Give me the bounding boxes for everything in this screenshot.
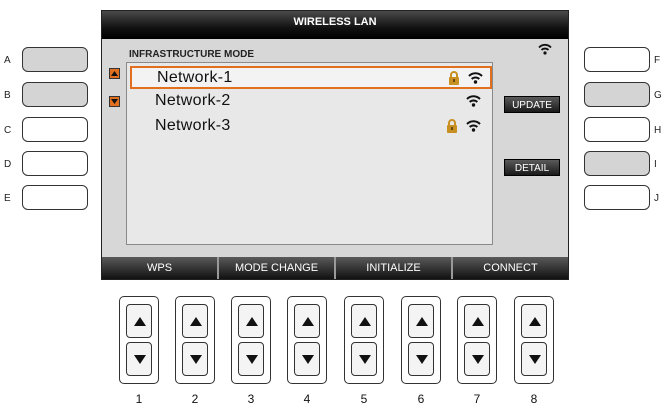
scroll-up-button[interactable] <box>109 68 120 79</box>
wifi-signal-icon <box>466 94 481 112</box>
network-row-3[interactable]: Network-3 <box>130 116 492 139</box>
network-name: Network-1 <box>157 69 233 86</box>
hardware-button-6 <box>401 296 441 384</box>
arrow-down-icon <box>134 355 146 364</box>
side-button-b[interactable] <box>22 82 88 107</box>
side-button-c[interactable] <box>22 117 88 142</box>
hardware-up-button[interactable] <box>521 304 547 338</box>
bottom-button-bar: WPS MODE CHANGE INITIALIZE CONNECT <box>102 257 568 279</box>
hardware-button-8 <box>514 296 554 384</box>
update-button[interactable]: UPDATE <box>504 96 560 113</box>
side-label-b: B <box>4 90 11 101</box>
side-button-g[interactable] <box>584 82 650 107</box>
lock-icon <box>448 71 460 90</box>
hardware-button-7 <box>457 296 497 384</box>
detail-button[interactable]: DETAIL <box>504 159 560 176</box>
arrow-up-icon <box>359 317 371 326</box>
lcd-screen: WIRELESS LAN INFRASTRUCTURE MODE Network… <box>101 10 569 280</box>
wifi-signal-icon <box>468 71 483 89</box>
network-list: Network-1 Network-2 Network-3 <box>126 62 493 245</box>
hardware-up-button[interactable] <box>126 304 152 338</box>
network-name: Network-3 <box>155 117 231 134</box>
hardware-up-button[interactable] <box>464 304 490 338</box>
side-label-i: I <box>654 159 657 170</box>
mode-label: INFRASTRUCTURE MODE <box>129 49 254 60</box>
initialize-button[interactable]: INITIALIZE <box>334 257 451 279</box>
arrow-up-icon <box>529 317 541 326</box>
hardware-number-2: 2 <box>191 392 199 406</box>
side-label-h: H <box>654 125 662 136</box>
arrow-up-icon <box>134 317 146 326</box>
hardware-number-3: 3 <box>247 392 255 406</box>
side-button-a[interactable] <box>22 47 88 72</box>
network-name: Network-2 <box>155 92 231 109</box>
side-label-c: C <box>4 125 12 136</box>
window-title: WIRELESS LAN <box>102 11 568 39</box>
hardware-number-6: 6 <box>417 392 425 406</box>
arrow-down-icon <box>302 355 314 364</box>
network-row-2[interactable]: Network-2 <box>130 91 492 114</box>
mode-change-button[interactable]: MODE CHANGE <box>217 257 334 279</box>
hardware-number-4: 4 <box>303 392 311 406</box>
hardware-down-button[interactable] <box>351 342 377 376</box>
hardware-up-button[interactable] <box>351 304 377 338</box>
hardware-down-button[interactable] <box>182 342 208 376</box>
side-label-j: J <box>654 193 659 204</box>
side-button-j[interactable] <box>584 185 650 210</box>
side-label-a: A <box>4 55 11 66</box>
arrow-down-icon <box>472 355 484 364</box>
side-button-d[interactable] <box>22 151 88 176</box>
hardware-down-button[interactable] <box>238 342 264 376</box>
arrow-up-icon <box>246 317 258 326</box>
side-label-f: F <box>654 55 661 66</box>
hardware-down-button[interactable] <box>408 342 434 376</box>
side-label-d: D <box>4 159 12 170</box>
hardware-up-button[interactable] <box>408 304 434 338</box>
hardware-number-7: 7 <box>473 392 481 406</box>
hardware-number-8: 8 <box>530 392 538 406</box>
side-label-e: E <box>4 193 11 204</box>
hardware-up-button[interactable] <box>294 304 320 338</box>
arrow-up-icon <box>302 317 314 326</box>
side-button-h[interactable] <box>584 117 650 142</box>
side-label-g: G <box>654 90 662 101</box>
hardware-button-2 <box>175 296 215 384</box>
arrow-up-icon <box>416 317 428 326</box>
hardware-button-5 <box>344 296 384 384</box>
arrow-down-icon <box>190 355 202 364</box>
hardware-down-button[interactable] <box>126 342 152 376</box>
hardware-up-button[interactable] <box>238 304 264 338</box>
arrow-up-icon <box>472 317 484 326</box>
side-button-e[interactable] <box>22 185 88 210</box>
hardware-down-button[interactable] <box>521 342 547 376</box>
hardware-down-button[interactable] <box>294 342 320 376</box>
hardware-button-1 <box>119 296 159 384</box>
arrow-down-icon <box>359 355 371 364</box>
arrow-down-icon <box>246 355 258 364</box>
wifi-status-icon <box>538 42 552 60</box>
hardware-number-1: 1 <box>135 392 143 406</box>
side-button-i[interactable] <box>584 151 650 176</box>
wps-button[interactable]: WPS <box>102 257 217 279</box>
hardware-number-5: 5 <box>360 392 368 406</box>
scroll-down-button[interactable] <box>109 96 120 107</box>
connect-button[interactable]: CONNECT <box>451 257 568 279</box>
wifi-signal-icon <box>466 119 481 137</box>
hardware-button-3 <box>231 296 271 384</box>
lock-icon <box>446 119 458 138</box>
arrow-down-icon <box>416 355 428 364</box>
arrow-up-icon <box>190 317 202 326</box>
hardware-down-button[interactable] <box>464 342 490 376</box>
hardware-up-button[interactable] <box>182 304 208 338</box>
hardware-button-4 <box>287 296 327 384</box>
arrow-down-icon <box>529 355 541 364</box>
side-button-f[interactable] <box>584 47 650 72</box>
network-row-1[interactable]: Network-1 <box>130 66 492 89</box>
